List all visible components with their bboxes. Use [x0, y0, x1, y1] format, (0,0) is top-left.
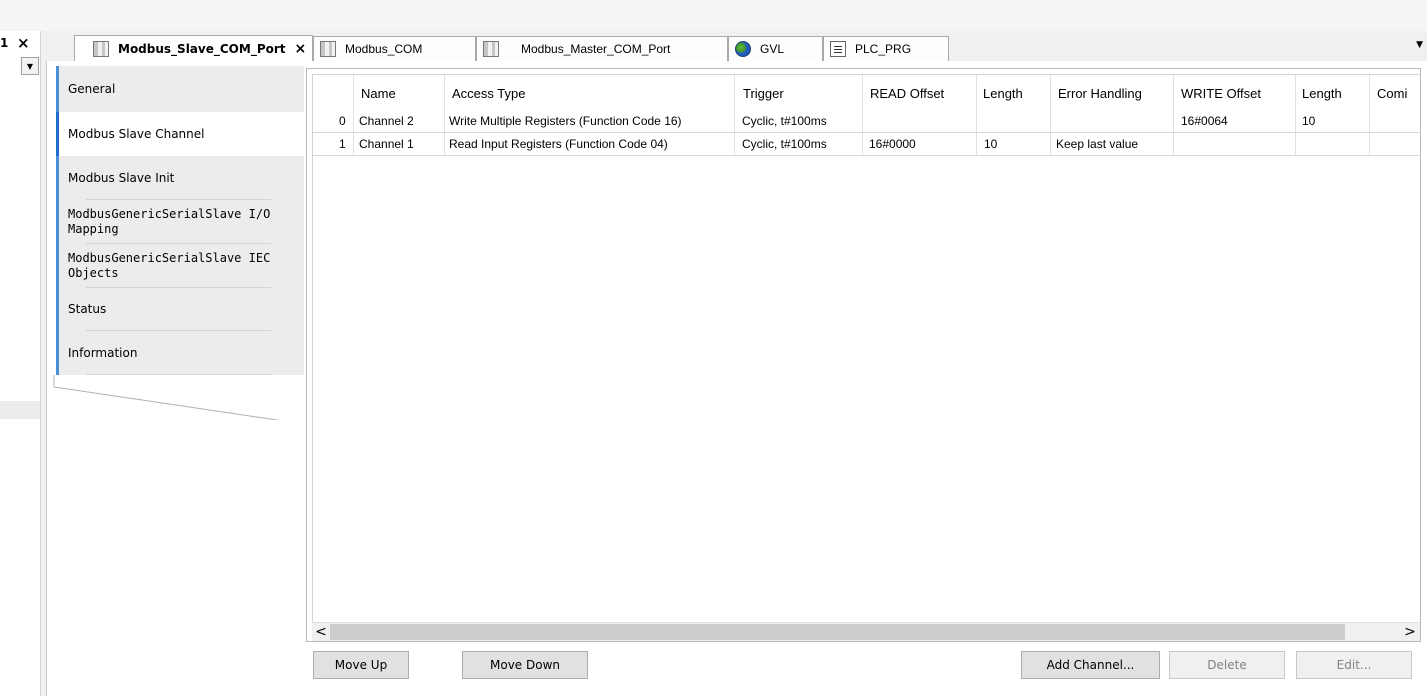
left-pane-title-fragment: 1 — [0, 36, 9, 50]
nav-label: Status — [68, 302, 107, 316]
move-up-button[interactable]: Move Up — [313, 651, 409, 679]
cell-write-offset: 16#0064 — [1181, 114, 1228, 128]
row-index: 1 — [339, 137, 346, 151]
nav-general[interactable]: General — [56, 66, 304, 112]
cell-trigger: Cyclic, t#100ms — [742, 114, 827, 128]
nav-modbus-slave-init[interactable]: Modbus Slave Init — [56, 156, 304, 200]
globe-icon — [735, 41, 751, 57]
nav-label: Modbus Slave Channel — [68, 126, 205, 141]
nav-label: Information — [68, 345, 138, 360]
cell-access-type: Read Input Registers (Function Code 04) — [449, 137, 668, 151]
column-divider — [353, 75, 354, 155]
column-divider — [862, 75, 863, 155]
column-header-read-offset[interactable]: READ Offset — [870, 75, 944, 111]
column-divider — [1369, 75, 1370, 155]
edit-button[interactable]: Edit... — [1296, 651, 1412, 679]
column-header-write-length[interactable]: Length — [1302, 75, 1342, 111]
tab-plc-prg[interactable]: PLC_PRG — [823, 36, 949, 61]
document-icon — [830, 41, 846, 57]
column-divider — [976, 75, 977, 155]
scrollbar-thumb[interactable] — [330, 624, 1345, 640]
column-header-trigger[interactable]: Trigger — [743, 75, 784, 111]
scroll-left-arrow-icon[interactable]: < — [314, 623, 328, 641]
device-icon — [483, 41, 499, 57]
tab-label: Modbus_COM — [345, 42, 423, 56]
move-down-button[interactable]: Move Down — [462, 651, 588, 679]
nav-label: General — [68, 81, 116, 96]
column-header-error-handling[interactable]: Error Handling — [1058, 75, 1142, 111]
nav-label: Modbus Slave Init — [68, 170, 175, 185]
device-icon — [320, 41, 336, 57]
cell-read-length: 10 — [984, 137, 998, 151]
add-channel-button[interactable]: Add Channel... — [1021, 651, 1160, 679]
device-icon — [93, 40, 109, 57]
nav-modbus-slave-channel[interactable]: Modbus Slave Channel — [56, 112, 304, 156]
horizontal-scrollbar[interactable]: < > — [312, 622, 1420, 641]
column-header-access-type[interactable]: Access Type — [452, 75, 525, 111]
left-pane-dropdown-icon[interactable]: ▼ — [21, 57, 39, 75]
tab-list-chevron-down-icon[interactable]: ▼ — [1416, 40, 1423, 50]
tab-modbus-slave-com-port[interactable]: Modbus_Slave_COM_Port × — [74, 35, 313, 62]
cell-name: Channel 1 — [359, 137, 414, 151]
column-header-name[interactable]: Name — [361, 75, 396, 111]
left-pane — [0, 31, 41, 696]
column-divider — [1173, 75, 1174, 155]
column-header-comment[interactable]: Comi — [1377, 75, 1407, 111]
tab-modbus-master-com-port[interactable]: Modbus_Master_COM_Port — [476, 36, 728, 61]
tab-label: PLC_PRG — [855, 42, 912, 56]
tab-label: GVL — [760, 42, 785, 56]
nav-iec-objects[interactable]: ModbusGenericSerialSlave IEC Objects — [56, 244, 304, 288]
column-divider — [1050, 75, 1051, 155]
cell-error-handling: Keep last value — [1056, 137, 1139, 151]
tab-gvl[interactable]: GVL — [728, 36, 823, 61]
tab-modbus-com[interactable]: Modbus_COM — [313, 36, 476, 61]
cell-access-type: Write Multiple Registers (Function Code … — [449, 114, 682, 128]
cell-name: Channel 2 — [359, 114, 414, 128]
column-divider — [1295, 75, 1296, 155]
nav-io-mapping[interactable]: ModbusGenericSerialSlave I/O Mapping — [56, 200, 304, 244]
cell-trigger: Cyclic, t#100ms — [742, 137, 827, 151]
column-divider — [444, 75, 445, 155]
editor-tab-bar: Modbus_Slave_COM_Port × Modbus_COM Modbu… — [46, 31, 1427, 62]
row-divider — [313, 155, 1421, 156]
nav-status[interactable]: Status — [56, 288, 304, 331]
column-header-read-length[interactable]: Length — [983, 75, 1023, 111]
column-divider — [734, 75, 735, 155]
column-header-write-offset[interactable]: WRITE Offset — [1181, 75, 1261, 111]
tab-label: Modbus_Slave_COM_Port — [118, 41, 286, 56]
row-index: 0 — [339, 114, 346, 128]
nav-divider — [86, 374, 271, 375]
left-pane-close-icon[interactable]: × — [17, 34, 30, 52]
tab-label: Modbus_Master_COM_Port — [521, 42, 671, 56]
nav-information[interactable]: Information — [56, 331, 304, 375]
left-pane-highlight — [0, 401, 40, 419]
scroll-right-arrow-icon[interactable]: > — [1403, 623, 1417, 641]
window-top-strip — [0, 0, 1427, 31]
nav-panel-tail — [53, 375, 281, 420]
nav-label: ModbusGenericSerialSlave I/O Mapping — [68, 207, 271, 236]
cell-write-length: 10 — [1302, 114, 1316, 128]
close-icon[interactable]: × — [295, 41, 307, 57]
nav-label: ModbusGenericSerialSlave IEC Objects — [68, 251, 271, 280]
channel-table: Name Access Type Trigger READ Offset Len… — [312, 74, 1421, 623]
delete-button[interactable]: Delete — [1169, 651, 1285, 679]
cell-read-offset: 16#0000 — [869, 137, 916, 151]
